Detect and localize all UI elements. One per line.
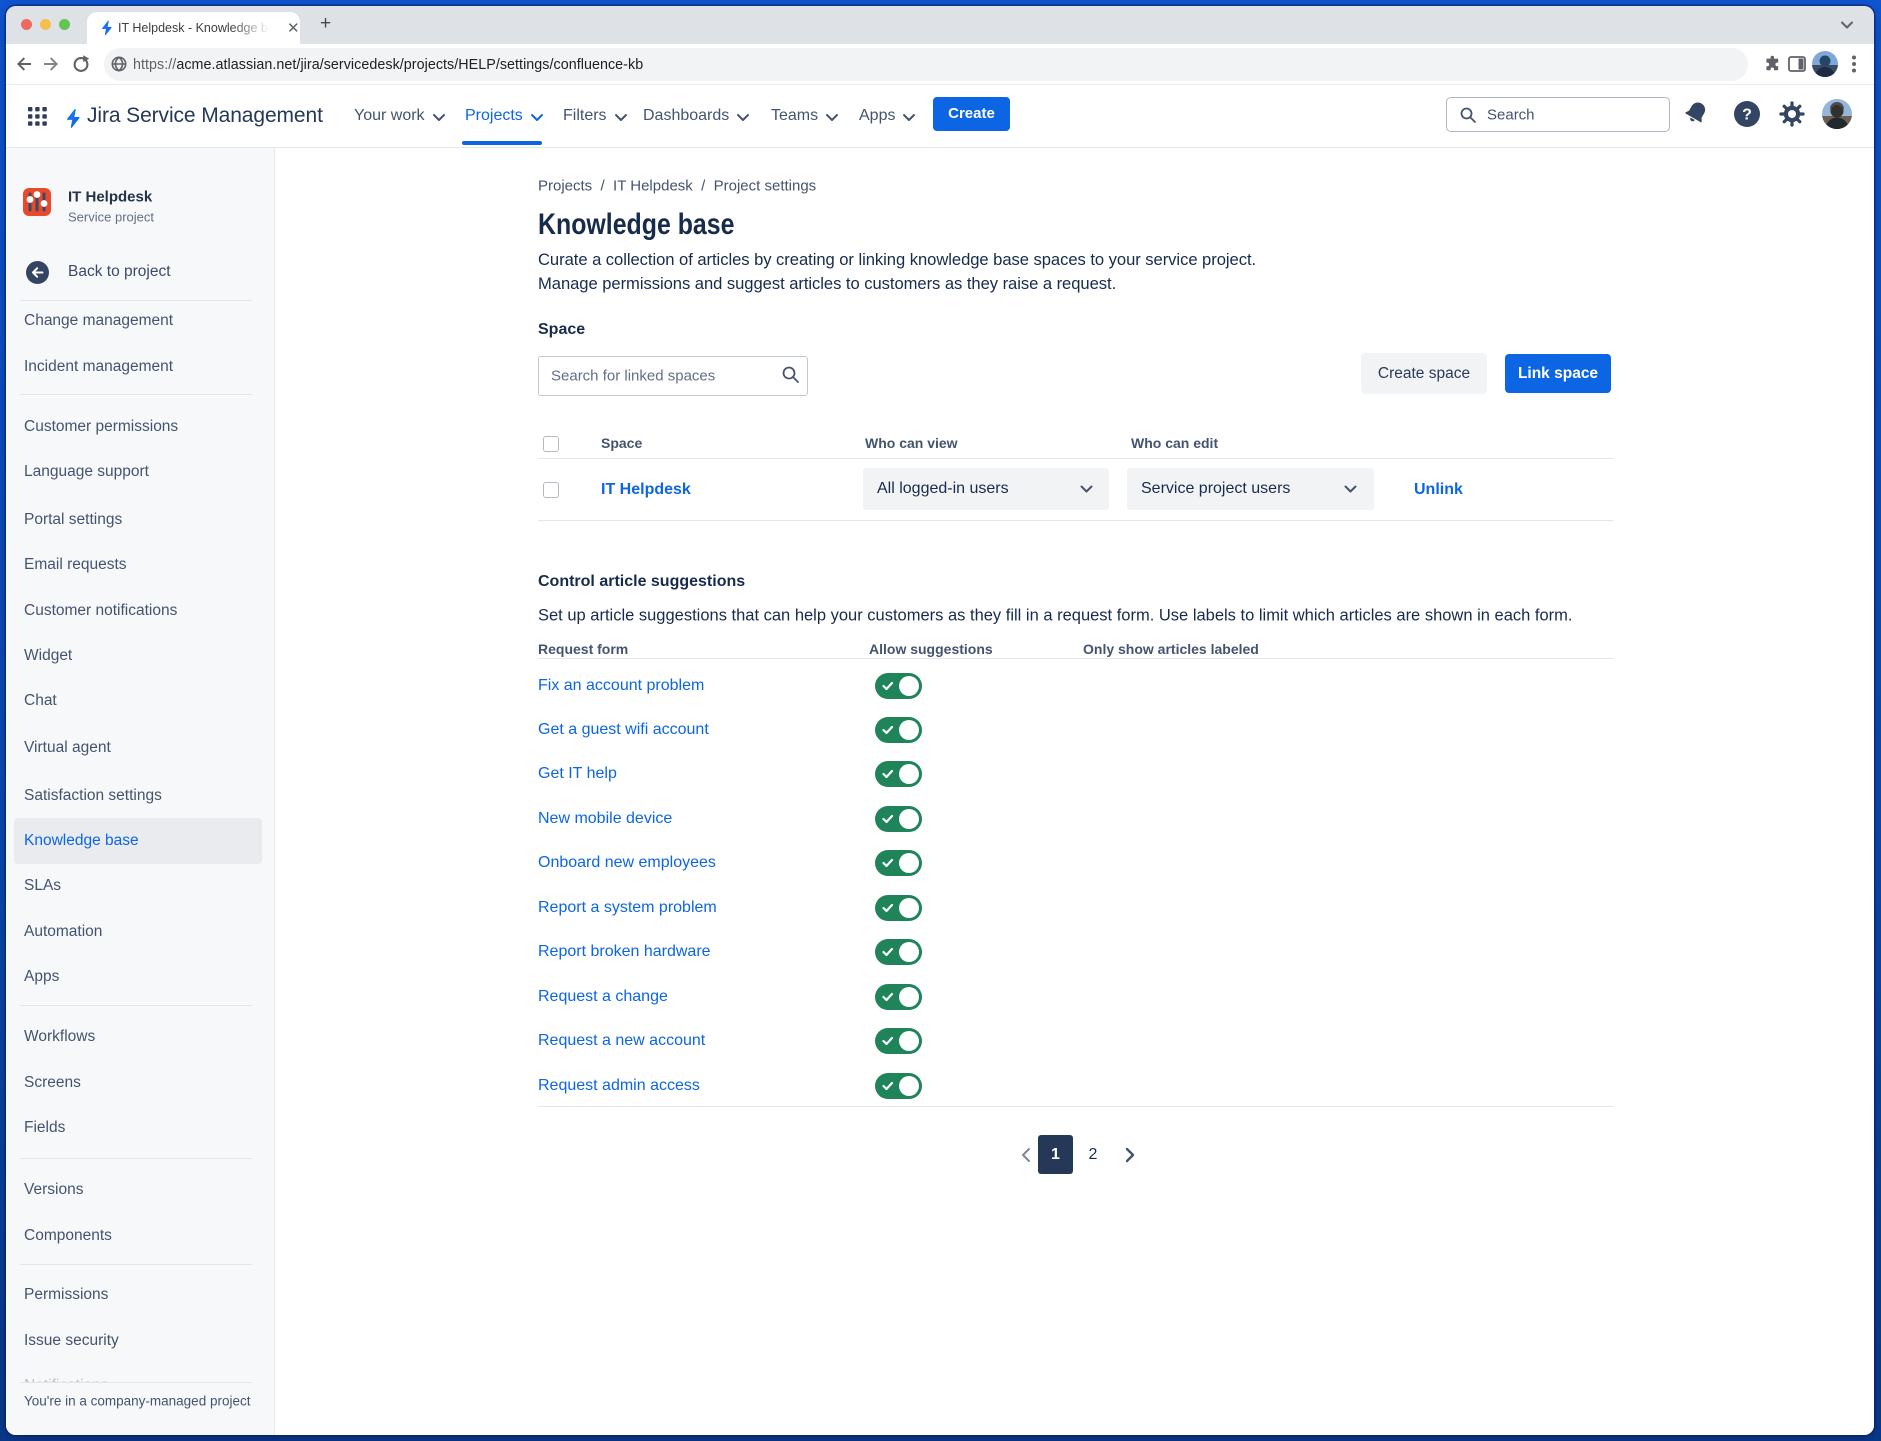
svg-text:?: ? [1742, 107, 1752, 124]
